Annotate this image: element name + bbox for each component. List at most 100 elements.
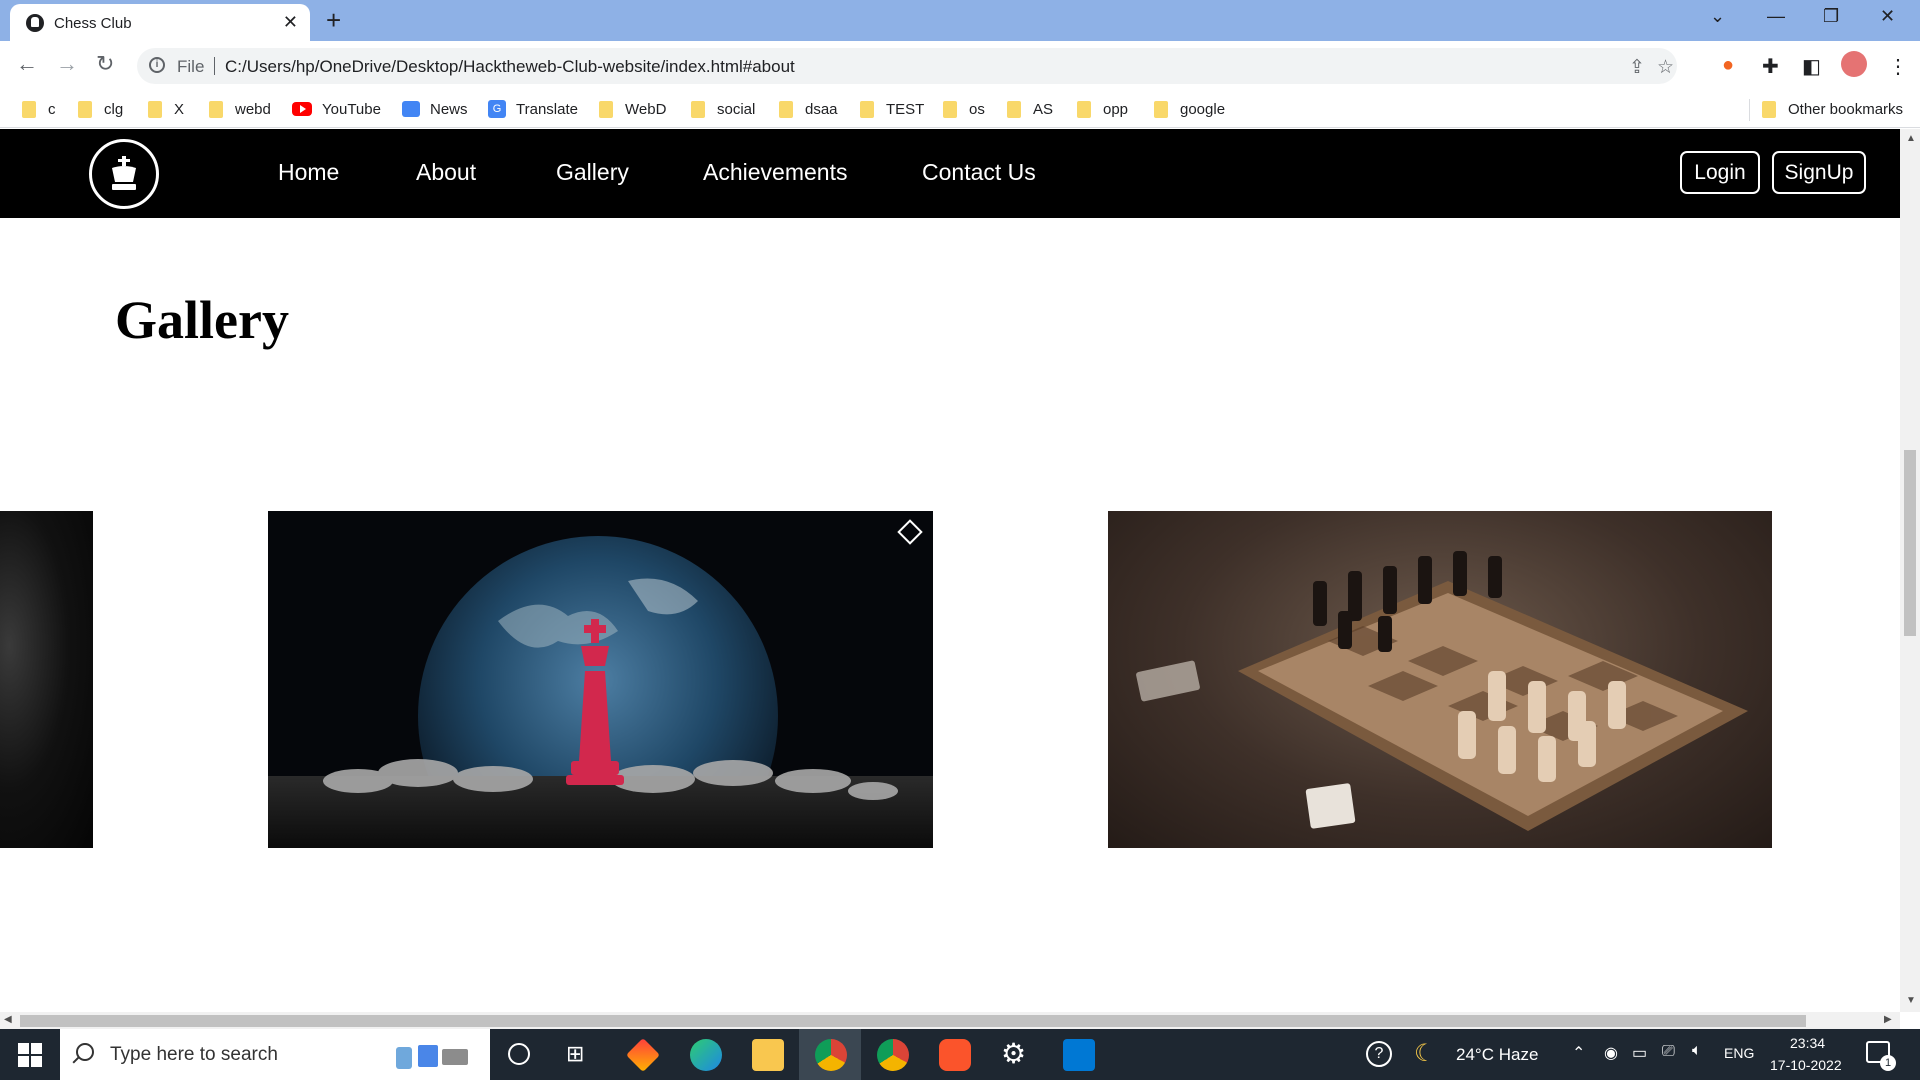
new-tab-icon[interactable]: +: [326, 5, 341, 36]
omnibox-divider: [214, 57, 215, 75]
nav-about[interactable]: About: [416, 159, 476, 186]
folder-icon: [691, 100, 705, 118]
page-viewport: Home About Gallery Achievements Contact …: [0, 129, 1900, 1012]
show-hidden-icons-chevron-icon[interactable]: ⌃: [1572, 1043, 1585, 1063]
bookmark-dsaa[interactable]: dsaa: [779, 97, 838, 121]
language-indicator[interactable]: ENG: [1724, 1045, 1754, 1061]
cortana-icon[interactable]: [508, 1043, 530, 1065]
weather-moon-icon: ☾: [1414, 1040, 1436, 1067]
network-icon[interactable]: ⎚: [1662, 1043, 1675, 1061]
scroll-right-arrow-icon[interactable]: ▶: [1884, 1014, 1892, 1025]
bookmark-opp[interactable]: opp: [1077, 97, 1128, 121]
bookmark-star-icon[interactable]: ☆: [1657, 56, 1674, 79]
edge-browser-icon[interactable]: [690, 1039, 722, 1071]
nav-achievements[interactable]: Achievements: [703, 159, 847, 186]
file-label: File: [177, 57, 205, 76]
tab-search-icon[interactable]: ⌄: [1710, 6, 1725, 27]
taskbar-search-placeholder: Type here to search: [110, 1044, 278, 1065]
bookmark-social[interactable]: social: [691, 97, 755, 121]
bookmark-news[interactable]: News: [402, 97, 468, 121]
nav-contact-us[interactable]: Contact Us: [922, 159, 1036, 186]
folder-icon: [1762, 100, 1776, 118]
meet-now-icon[interactable]: ◉: [1604, 1043, 1618, 1063]
app-diamond-icon[interactable]: [626, 1038, 660, 1072]
folder-icon: [860, 100, 874, 118]
bookmark-translate[interactable]: G Translate: [488, 97, 578, 121]
forward-arrow-icon[interactable]: →: [56, 51, 78, 77]
bookmark-c[interactable]: c: [22, 97, 56, 121]
bookmark-label: webd: [235, 100, 271, 118]
bookmark-os[interactable]: os: [943, 97, 985, 121]
menu-kebab-icon[interactable]: ⋮: [1888, 54, 1908, 79]
bookmark-x[interactable]: X: [148, 97, 184, 121]
clock-date[interactable]: 17-10-2022: [1770, 1057, 1842, 1073]
chrome-icon[interactable]: [877, 1039, 909, 1071]
share-icon[interactable]: ⇪: [1629, 56, 1645, 79]
bookmark-webd[interactable]: webd: [209, 97, 271, 121]
taskbar-search[interactable]: Type here to search: [60, 1029, 490, 1080]
bookmark-label: c: [48, 100, 56, 118]
bookmark-label: os: [969, 100, 985, 118]
address-bar[interactable]: i File C:/Users/hp/OneDrive/Desktop/Hack…: [137, 48, 1677, 84]
youtube-icon: [292, 102, 312, 116]
url-text[interactable]: C:/Users/hp/OneDrive/Desktop/Hacktheweb-…: [225, 57, 795, 77]
site-navbar: Home About Gallery Achievements Contact …: [0, 129, 1900, 218]
bookmark-youtube[interactable]: YouTube: [292, 97, 381, 121]
chess-king-icon: [112, 156, 136, 190]
folder-icon: [78, 100, 92, 118]
battery-icon[interactable]: ▭: [1632, 1043, 1647, 1063]
weather-text[interactable]: 24°C Haze: [1456, 1045, 1538, 1065]
vertical-scroll-thumb[interactable]: [1904, 450, 1916, 636]
tab-title: Chess Club: [54, 15, 132, 32]
volume-icon[interactable]: 🔈︎: [1692, 1042, 1702, 1060]
chrome-active-icon[interactable]: [815, 1039, 847, 1071]
profile-avatar[interactable]: [1841, 51, 1867, 77]
bookmark-webd-2[interactable]: WebD: [599, 97, 666, 121]
bookmark-as[interactable]: AS: [1007, 97, 1053, 121]
scroll-down-arrow-icon[interactable]: ▼: [1906, 995, 1916, 1006]
puzzle-extensions-icon[interactable]: ✚: [1762, 54, 1779, 79]
folder-icon: [1007, 100, 1021, 118]
gallery-image-chessboard: [1108, 511, 1772, 848]
horizontal-scroll-thumb[interactable]: [20, 1015, 1806, 1027]
clock-time[interactable]: 23:34: [1790, 1035, 1825, 1051]
back-arrow-icon[interactable]: ←: [16, 51, 38, 77]
bookmark-label: News: [430, 100, 468, 118]
nav-gallery[interactable]: Gallery: [556, 159, 629, 186]
other-bookmarks[interactable]: Other bookmarks: [1762, 97, 1903, 121]
file-explorer-icon[interactable]: [752, 1039, 784, 1071]
reload-icon[interactable]: ↻: [96, 51, 114, 77]
chess-club-logo[interactable]: [89, 139, 159, 209]
help-icon[interactable]: ?: [1366, 1041, 1392, 1067]
browser-tab-strip: Chess Club ✕ + ⌄ — ❐ ✕: [0, 0, 1920, 41]
horizontal-scrollbar[interactable]: ◀ ▶: [0, 1012, 1900, 1029]
login-button[interactable]: Login: [1680, 151, 1760, 194]
nav-home[interactable]: Home: [278, 159, 339, 186]
scroll-up-arrow-icon[interactable]: ▲: [1906, 133, 1916, 144]
scroll-left-arrow-icon[interactable]: ◀: [4, 1014, 12, 1025]
restore-icon[interactable]: ❐: [1823, 6, 1839, 27]
bookmark-google[interactable]: google: [1154, 97, 1225, 121]
windows-start-icon[interactable]: [18, 1043, 42, 1067]
close-window-icon[interactable]: ✕: [1880, 6, 1895, 27]
minimize-icon[interactable]: —: [1767, 6, 1785, 27]
settings-gear-icon[interactable]: ⚙: [1001, 1037, 1026, 1070]
bookmark-label: opp: [1103, 100, 1129, 118]
bookmark-label: TEST: [886, 100, 925, 118]
folder-icon: [1077, 100, 1091, 118]
bookmark-test[interactable]: TEST: [860, 97, 924, 121]
bookmark-clg[interactable]: clg: [78, 97, 123, 121]
extension-icon[interactable]: ●: [1722, 54, 1734, 77]
side-panel-icon[interactable]: ◧: [1802, 54, 1821, 79]
task-view-icon[interactable]: ⊞: [566, 1041, 584, 1067]
folder-icon: [209, 100, 223, 118]
brave-browser-icon[interactable]: [939, 1039, 971, 1071]
vscode-icon[interactable]: [1063, 1039, 1095, 1071]
browser-tab[interactable]: Chess Club ✕: [10, 4, 310, 41]
close-tab-icon[interactable]: ✕: [283, 12, 298, 33]
signup-button[interactable]: SignUp: [1772, 151, 1866, 194]
vertical-scrollbar[interactable]: ▲ ▼: [1900, 129, 1920, 1012]
bookmark-label: clg: [104, 100, 124, 118]
info-icon[interactable]: i: [149, 57, 165, 73]
bookmark-label: google: [1180, 100, 1226, 118]
